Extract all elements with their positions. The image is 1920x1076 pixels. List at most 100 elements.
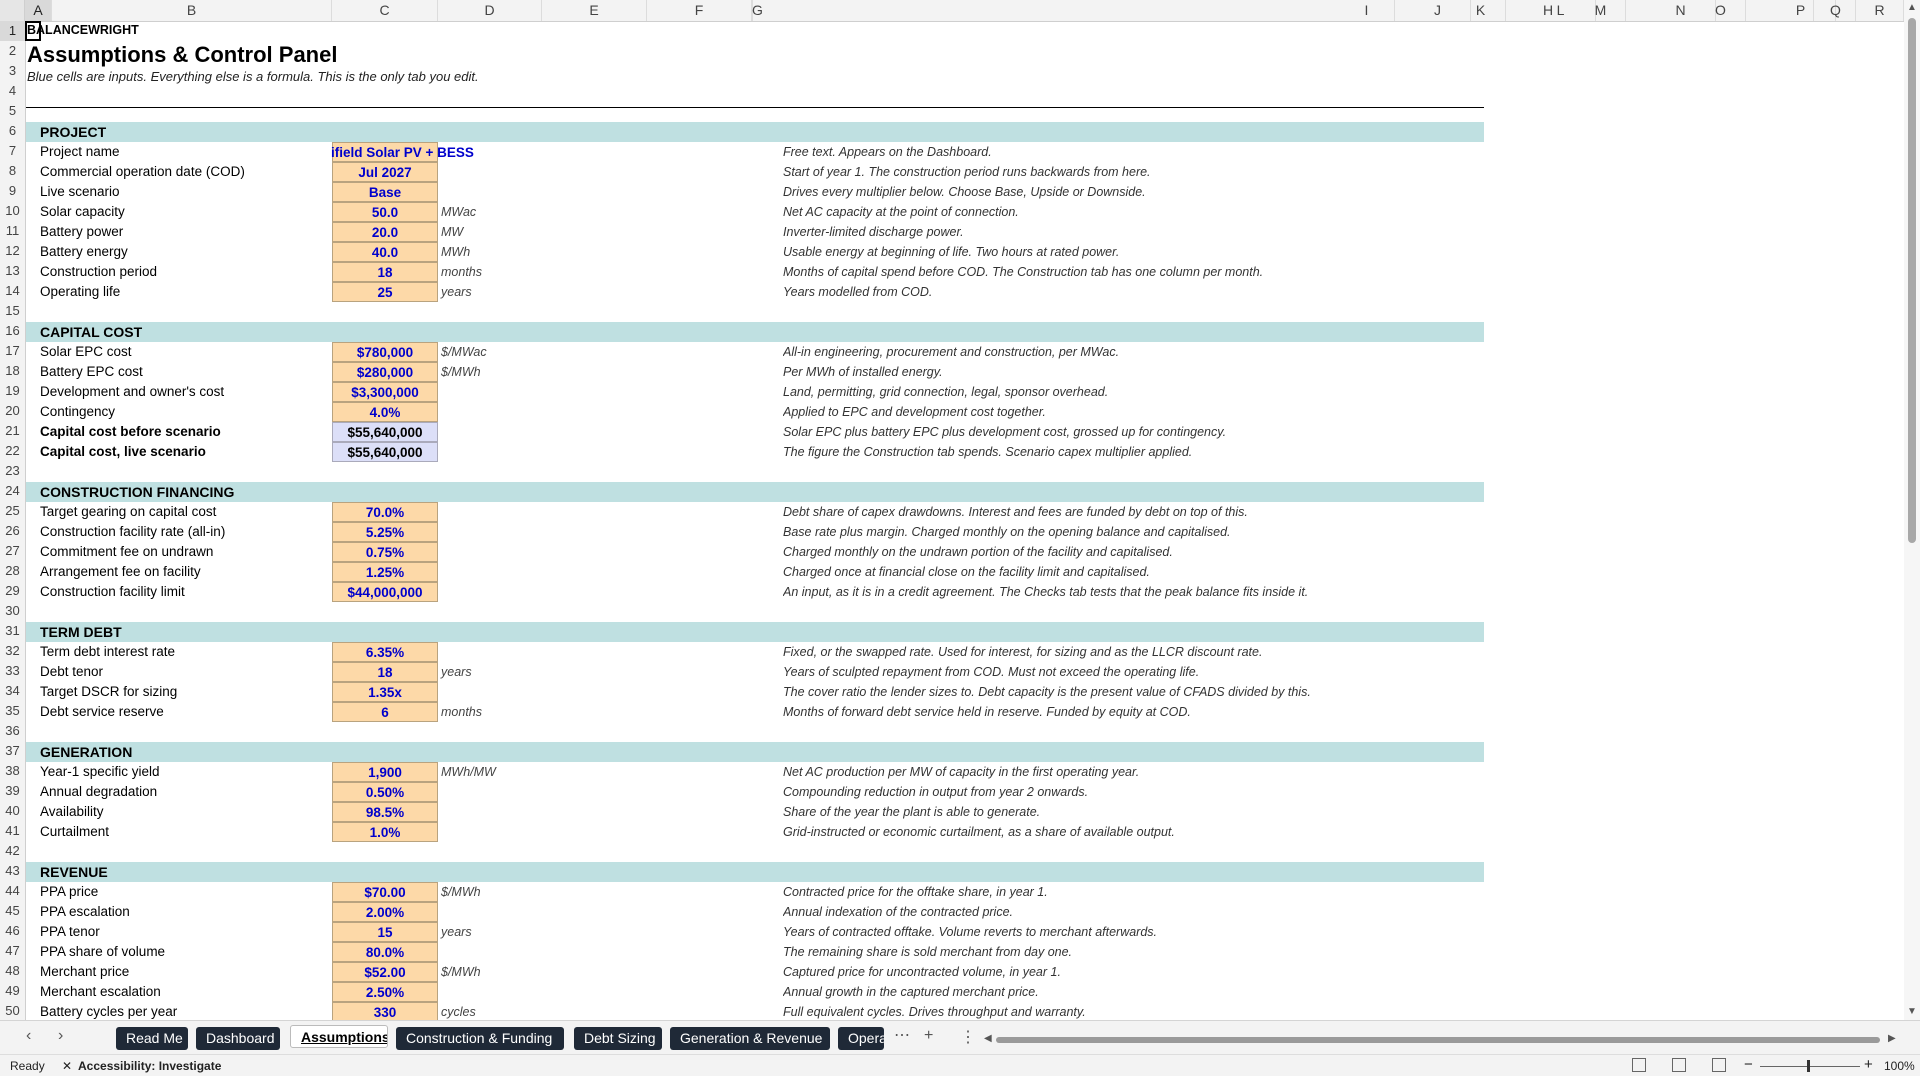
calculated-value-cell[interactable]: $55,640,000 bbox=[332, 442, 438, 462]
row-header[interactable]: 35 bbox=[0, 701, 25, 721]
chevron-left-icon[interactable]: ‹ bbox=[26, 1027, 31, 1045]
sheet-tab[interactable]: Generation & Revenue bbox=[670, 1027, 830, 1050]
row-header[interactable]: 50 bbox=[0, 1001, 25, 1020]
column-header[interactable]: M bbox=[1576, 0, 1626, 21]
input-value-cell[interactable]: 40.0 bbox=[332, 242, 438, 262]
row-header[interactable]: 38 bbox=[0, 761, 25, 781]
input-value-cell[interactable]: 0.75% bbox=[332, 542, 438, 562]
sheet-tab[interactable]: Dashboard bbox=[196, 1027, 280, 1050]
row-header[interactable]: 10 bbox=[0, 201, 25, 221]
row-header[interactable]: 8 bbox=[0, 161, 25, 181]
plus-icon[interactable]: + bbox=[924, 1027, 933, 1045]
column-header[interactable]: R bbox=[1856, 0, 1904, 21]
row-header[interactable]: 47 bbox=[0, 941, 25, 961]
column-header[interactable]: C bbox=[332, 0, 438, 21]
row-header[interactable]: 3 bbox=[0, 61, 25, 81]
input-value-cell[interactable]: 6.35% bbox=[332, 642, 438, 662]
row-header[interactable]: 5 bbox=[0, 101, 25, 121]
row-header[interactable]: 17 bbox=[0, 341, 25, 361]
page-break-preview-icon[interactable] bbox=[1712, 1058, 1726, 1072]
row-header[interactable]: 1 bbox=[0, 21, 25, 41]
sheet-tab[interactable]: Assumptions bbox=[290, 1025, 388, 1048]
row-header[interactable]: 4 bbox=[0, 81, 25, 101]
row-header[interactable]: 46 bbox=[0, 921, 25, 941]
row-header[interactable]: 18 bbox=[0, 361, 25, 381]
input-value-cell[interactable]: 1,900 bbox=[332, 762, 438, 782]
input-value-cell[interactable]: 80.0% bbox=[332, 942, 438, 962]
row-header[interactable]: 30 bbox=[0, 601, 25, 621]
row-header[interactable]: 12 bbox=[0, 241, 25, 261]
input-value-cell[interactable]: $44,000,000 bbox=[332, 582, 438, 602]
select-all-corner[interactable] bbox=[0, 0, 25, 21]
row-header[interactable]: 44 bbox=[0, 881, 25, 901]
column-header[interactable]: A bbox=[25, 0, 52, 21]
row-header[interactable]: 29 bbox=[0, 581, 25, 601]
row-header[interactable]: 23 bbox=[0, 461, 25, 481]
column-header[interactable]: G bbox=[752, 0, 763, 21]
input-value-cell[interactable]: 15 bbox=[332, 922, 438, 942]
input-value-cell[interactable]: $3,300,000 bbox=[332, 382, 438, 402]
input-value-cell[interactable]: 2.50% bbox=[332, 982, 438, 1002]
row-header[interactable]: 9 bbox=[0, 181, 25, 201]
scroll-left-icon[interactable]: ◀ bbox=[984, 1033, 992, 1044]
input-value-cell[interactable]: 330 bbox=[332, 1002, 438, 1020]
input-value-cell[interactable]: 6 bbox=[332, 702, 438, 722]
row-header[interactable]: 16 bbox=[0, 321, 25, 341]
row-header[interactable]: 42 bbox=[0, 841, 25, 861]
vertical-scrollbar[interactable]: ▲ ▼ bbox=[1904, 0, 1920, 1020]
accessibility-status[interactable]: Accessibility: Investigate bbox=[78, 1059, 221, 1073]
row-header[interactable]: 20 bbox=[0, 401, 25, 421]
row-header[interactable]: 28 bbox=[0, 561, 25, 581]
vertical-scroll-thumb[interactable] bbox=[1908, 18, 1916, 543]
scroll-down-icon[interactable]: ▼ bbox=[1907, 1006, 1917, 1017]
row-header[interactable]: 25 bbox=[0, 501, 25, 521]
input-value-cell[interactable]: 18 bbox=[332, 662, 438, 682]
row-header[interactable]: 14 bbox=[0, 281, 25, 301]
row-header[interactable]: 40 bbox=[0, 801, 25, 821]
zoom-in-icon[interactable]: + bbox=[1864, 1056, 1873, 1073]
row-header[interactable]: 48 bbox=[0, 961, 25, 981]
normal-view-icon[interactable] bbox=[1632, 1058, 1646, 1072]
column-header[interactable]: K bbox=[1456, 0, 1506, 21]
scroll-up-icon[interactable]: ▲ bbox=[1907, 2, 1917, 13]
input-value-cell[interactable]: 70.0% bbox=[332, 502, 438, 522]
row-header[interactable]: 6 bbox=[0, 121, 25, 141]
input-value-cell[interactable]: 20.0 bbox=[332, 222, 438, 242]
row-header[interactable]: 24 bbox=[0, 481, 25, 501]
calculated-value-cell[interactable]: $55,640,000 bbox=[332, 422, 438, 442]
input-value-cell[interactable]: 50.0 bbox=[332, 202, 438, 222]
input-value-cell[interactable]: 1.35x bbox=[332, 682, 438, 702]
row-header[interactable]: 34 bbox=[0, 681, 25, 701]
row-header[interactable]: 21 bbox=[0, 421, 25, 441]
column-header[interactable]: O bbox=[1696, 0, 1746, 21]
zoom-out-icon[interactable]: − bbox=[1744, 1056, 1753, 1073]
chevron-right-icon[interactable]: › bbox=[58, 1027, 63, 1045]
input-value-cell[interactable]: $280,000 bbox=[332, 362, 438, 382]
worksheet-grid[interactable]: BALANCEWRIGHT Assumptions & Control Pane… bbox=[26, 22, 1904, 1020]
row-header[interactable]: 36 bbox=[0, 721, 25, 741]
input-value-cell[interactable]: 25 bbox=[332, 282, 438, 302]
input-value-cell[interactable]: $70.00 bbox=[332, 882, 438, 902]
input-value-cell[interactable]: ifield Solar PV + BESS bbox=[331, 142, 474, 162]
page-layout-icon[interactable] bbox=[1672, 1058, 1686, 1072]
row-header[interactable]: 26 bbox=[0, 521, 25, 541]
column-header[interactable]: F bbox=[647, 0, 752, 21]
input-value-cell[interactable]: 4.0% bbox=[332, 402, 438, 422]
row-header[interactable]: 27 bbox=[0, 541, 25, 561]
input-value-cell[interactable]: $780,000 bbox=[332, 342, 438, 362]
sheet-tab[interactable]: Read Me bbox=[116, 1027, 188, 1050]
row-header[interactable]: 22 bbox=[0, 441, 25, 461]
zoom-slider-thumb[interactable] bbox=[1807, 1060, 1810, 1072]
row-header[interactable]: 49 bbox=[0, 981, 25, 1001]
column-header[interactable]: D bbox=[438, 0, 542, 21]
input-value-cell[interactable]: 18 bbox=[332, 262, 438, 282]
column-header[interactable]: Q bbox=[1816, 0, 1856, 21]
input-value-cell[interactable]: 5.25% bbox=[332, 522, 438, 542]
horizontal-scroll-thumb[interactable] bbox=[996, 1037, 1880, 1043]
input-value-cell[interactable]: 98.5% bbox=[332, 802, 438, 822]
row-header[interactable]: 15 bbox=[0, 301, 25, 321]
sheet-tab[interactable]: Debt Sizing bbox=[574, 1027, 662, 1050]
input-value-cell[interactable]: Base bbox=[332, 182, 438, 202]
row-header[interactable]: 11 bbox=[0, 221, 25, 241]
row-header[interactable]: 19 bbox=[0, 381, 25, 401]
